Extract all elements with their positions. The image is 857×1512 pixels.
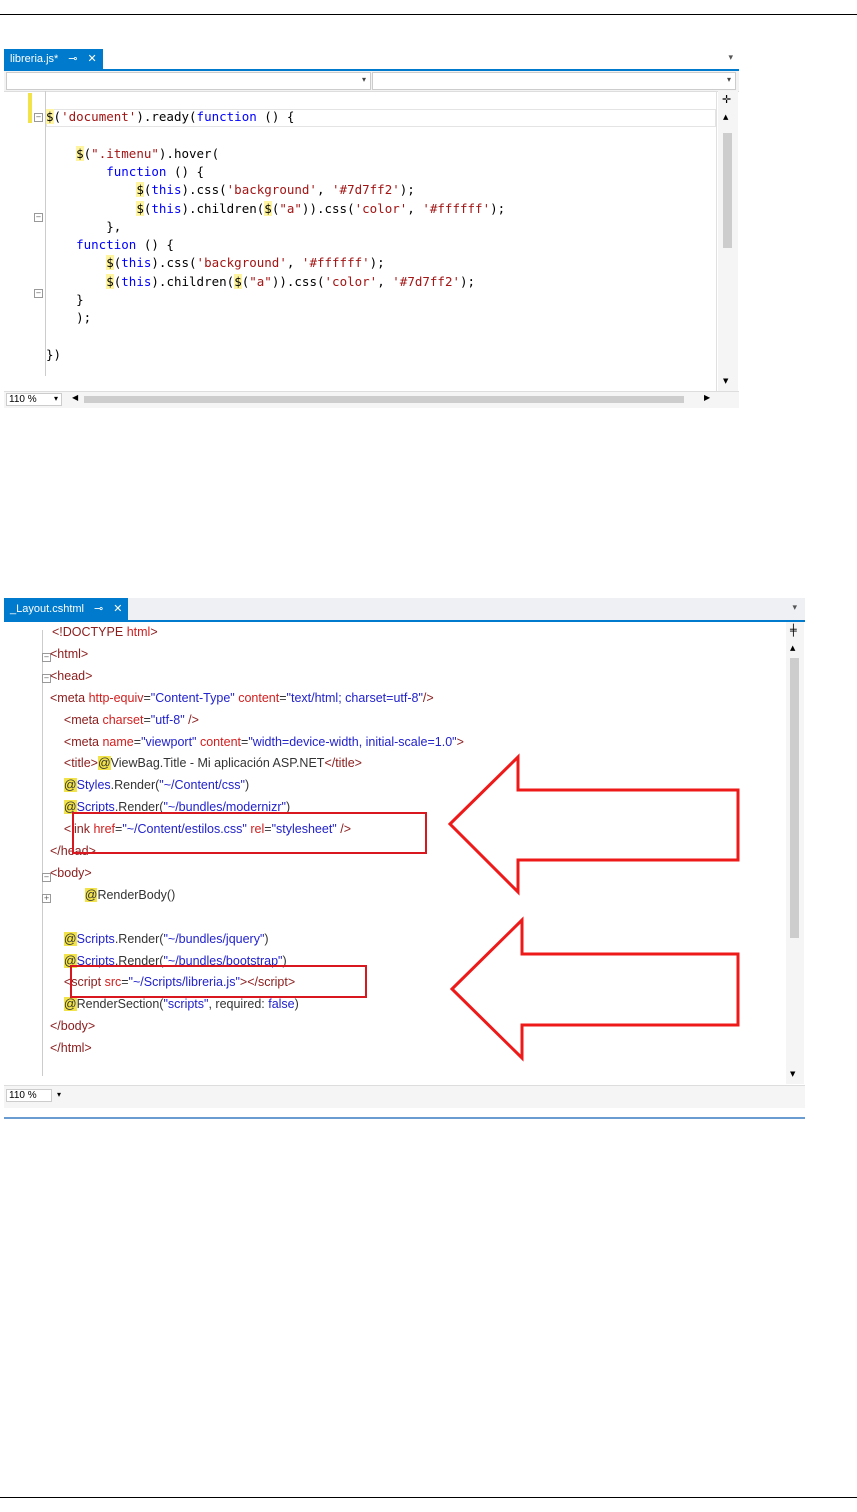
- unsaved-change-marker: [28, 93, 32, 123]
- code-line: <html>: [50, 646, 89, 661]
- code-line: </html>: [50, 1041, 92, 1056]
- scroll-up-icon[interactable]: ▲: [790, 644, 795, 652]
- scroll-thumb[interactable]: [790, 658, 799, 938]
- outline-line: [42, 630, 43, 1076]
- code-line: @RenderBody(): [84, 887, 176, 902]
- code-line: <!DOCTYPE html>: [52, 625, 158, 639]
- page-top-rule: [0, 14, 857, 15]
- editor-tab-strip: libreria.js* ⊸ ✕ ▾: [4, 49, 739, 71]
- code-line: <meta charset="utf-8" />: [63, 712, 199, 727]
- chevron-down-icon: ▾: [53, 394, 58, 403]
- highlight-box-script-tag: [70, 965, 367, 998]
- code-line: @Scripts.Render("~/bundles/jquery"): [63, 931, 269, 946]
- chevron-down-icon: ▾: [726, 75, 731, 84]
- code-line: <head>: [50, 668, 93, 683]
- tab-layout-cshtml[interactable]: _Layout.cshtml ⊸ ✕: [4, 598, 129, 620]
- tab-overflow-icon[interactable]: ▾: [792, 603, 797, 613]
- close-icon[interactable]: ✕: [113, 598, 122, 620]
- scroll-thumb[interactable]: [723, 133, 732, 248]
- tab-label: _Layout.cshtml: [10, 603, 84, 615]
- vertical-scrollbar[interactable]: ✛ ▲ ▼: [718, 91, 738, 391]
- zoom-level: 110 %: [9, 394, 37, 405]
- code-line: $(this).children($("a")).css('color', '#…: [106, 273, 476, 289]
- code-area[interactable]: − − − $('document').ready(function () { …: [4, 91, 717, 391]
- scroll-down-icon[interactable]: ▼: [723, 377, 728, 385]
- highlight-box-link-tag: [72, 812, 427, 854]
- code-line: function () {: [76, 237, 174, 253]
- vertical-scrollbar[interactable]: ╪ ▲ ▼: [786, 622, 804, 1084]
- collapse-icon[interactable]: −: [34, 213, 43, 222]
- chevron-down-icon: ▾: [361, 75, 366, 84]
- code-line: <meta name="viewport" content="width=dev…: [63, 734, 464, 749]
- tab-overflow-icon[interactable]: ▾: [728, 53, 733, 63]
- code-line: function () {: [106, 163, 205, 179]
- close-icon[interactable]: ✕: [88, 49, 97, 69]
- zoom-select[interactable]: 110 % ▾: [6, 1089, 61, 1102]
- bottom-bar: 110 % ▾: [4, 1085, 805, 1108]
- zoom-level: 110 %: [9, 1090, 37, 1101]
- code-line: <title>@ViewBag.Title - Mi aplicación AS…: [63, 756, 362, 771]
- page-bottom-rule: [0, 1497, 857, 1498]
- layout-cshtml-editor: _Layout.cshtml ⊸ ✕ ▾ − − − + <!DOCTYPE h…: [4, 598, 805, 1119]
- scroll-thumb[interactable]: [84, 396, 684, 403]
- scroll-down-icon[interactable]: ▼: [790, 1070, 795, 1078]
- code-line: $(this).css('background', '#ffffff');: [106, 255, 385, 271]
- scroll-up-icon[interactable]: ▲: [723, 113, 728, 121]
- code-line: $('document').ready(function () {: [46, 109, 295, 124]
- split-icon[interactable]: ╪: [790, 624, 797, 637]
- code-line: <body>: [50, 865, 92, 880]
- code-line: </body>: [50, 1019, 96, 1034]
- navigation-bar: ▾ ▾: [4, 71, 739, 92]
- editor-tab-strip: _Layout.cshtml ⊸ ✕ ▾: [4, 598, 805, 622]
- split-icon[interactable]: ✛: [722, 93, 731, 106]
- horizontal-scrollbar[interactable]: 110 % ▾ ◀ ▶: [4, 391, 739, 408]
- zoom-select[interactable]: 110 % ▾: [6, 393, 62, 406]
- collapse-icon[interactable]: −: [34, 113, 43, 122]
- member-dropdown[interactable]: ▾: [372, 72, 736, 90]
- code-line: $(this).css('background', '#7d7ff2');: [136, 182, 415, 198]
- tab-label: libreria.js*: [10, 53, 59, 65]
- pin-icon[interactable]: ⊸: [68, 49, 77, 69]
- code-line: }): [46, 346, 62, 362]
- code-line: <meta http-equiv="Content-Type" content=…: [50, 690, 434, 705]
- code-line: @Styles.Render("~/Content/css"): [63, 778, 250, 793]
- code-line: );: [46, 310, 92, 326]
- code-line: $(".itmenu").hover(: [76, 145, 220, 161]
- tab-libreria-js[interactable]: libreria.js* ⊸ ✕: [4, 49, 103, 69]
- collapse-icon[interactable]: −: [34, 289, 43, 298]
- chevron-down-icon: ▾: [56, 1090, 61, 1099]
- scroll-left-icon[interactable]: ◀: [72, 393, 78, 402]
- libreria-js-editor: libreria.js* ⊸ ✕ ▾ ▾ ▾ − − − $('document…: [4, 49, 739, 408]
- project-dropdown[interactable]: ▾: [6, 72, 371, 90]
- scroll-right-icon[interactable]: ▶: [704, 393, 710, 402]
- pin-icon[interactable]: ⊸: [94, 598, 103, 620]
- code-line: },: [46, 218, 122, 234]
- code-line: $(this).children($("a")).css('color', '#…: [136, 200, 506, 216]
- code-line: }: [46, 292, 84, 307]
